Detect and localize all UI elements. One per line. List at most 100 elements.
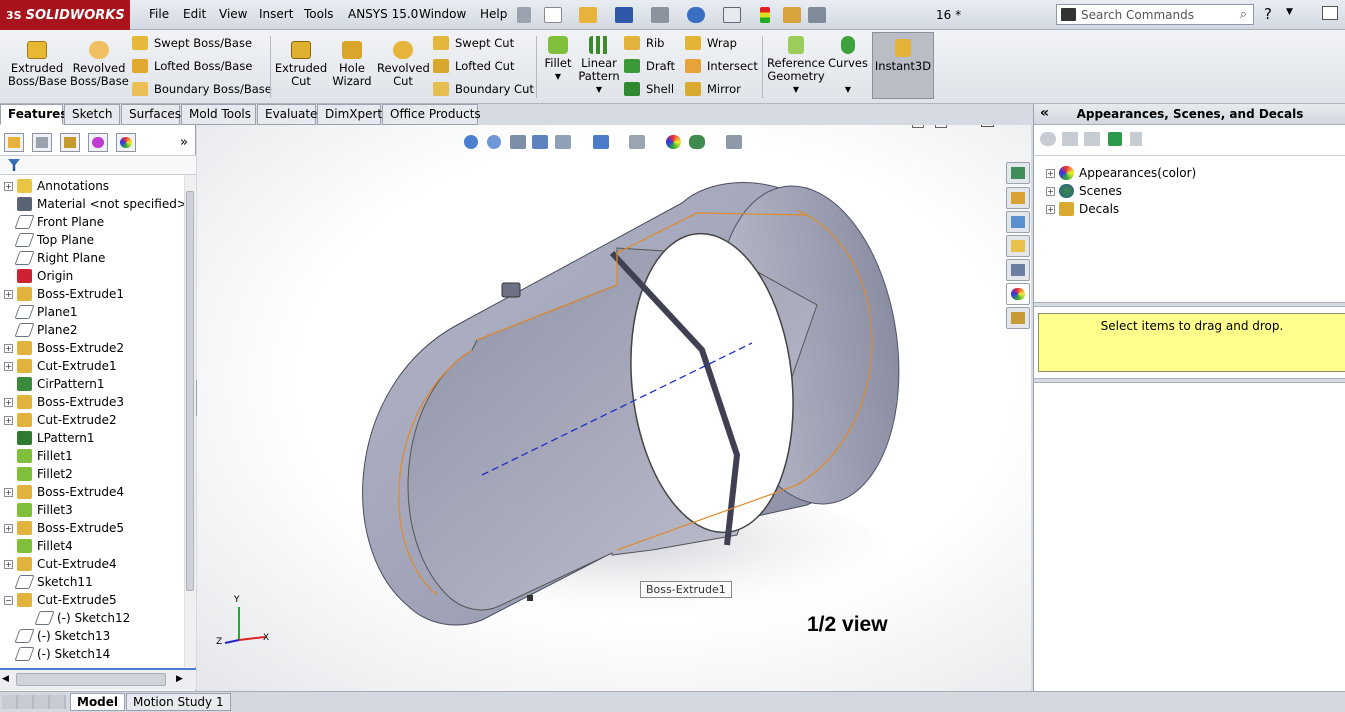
folder-icon[interactable] [1062, 132, 1078, 146]
tree-item-appearances[interactable]: + Appearances(color) [1042, 164, 1196, 182]
select-arrow-icon[interactable] [723, 7, 741, 23]
custom-properties-tab-icon[interactable] [1006, 307, 1030, 329]
tab-office-products[interactable]: Office Products [382, 104, 481, 125]
expand-icon[interactable]: + [4, 487, 13, 497]
tree-item[interactable]: Plane2 [0, 321, 78, 339]
menu-window[interactable]: Window [419, 7, 466, 21]
design-library-tab-icon[interactable] [1006, 211, 1030, 233]
chevron-down-icon[interactable]: ▼ [766, 83, 826, 96]
tree-item[interactable]: Fillet2 [0, 465, 73, 483]
new-folder-icon[interactable] [1084, 132, 1100, 146]
refresh-icon[interactable] [1108, 132, 1122, 146]
new-document-icon[interactable] [544, 7, 562, 23]
tree-item[interactable]: (-) Sketch13 [0, 627, 110, 645]
menu-insert[interactable]: Insert [259, 7, 293, 21]
boundary-cut-button[interactable]: Boundary Cut [433, 80, 534, 98]
tree-item-scenes[interactable]: + Scenes [1042, 182, 1122, 200]
menu-view[interactable]: View [219, 7, 247, 21]
chevron-down-icon[interactable]: ▼ [578, 83, 620, 96]
instant3d-button[interactable]: Instant3D [872, 32, 934, 99]
menu-tools[interactable]: Tools [304, 7, 334, 21]
tab-mold-tools[interactable]: Mold Tools [181, 104, 256, 125]
pin-icon[interactable] [517, 7, 531, 23]
menu-edit[interactable]: Edit [183, 7, 206, 21]
tree-item-decals[interactable]: + Decals [1042, 200, 1119, 218]
tab-model[interactable]: Model [70, 693, 126, 711]
tree-item[interactable]: Plane1 [0, 303, 78, 321]
reference-geometry-button[interactable]: Reference Geometry ▼ [766, 36, 826, 96]
collapse-icon[interactable]: − [4, 595, 13, 605]
expand-icon[interactable]: + [1046, 204, 1055, 214]
curves-button[interactable]: Curves ▼ [828, 36, 868, 96]
expand-icon[interactable]: + [1046, 186, 1055, 196]
open-folder-icon[interactable] [579, 7, 597, 23]
wrap-button[interactable]: Wrap [685, 34, 758, 52]
tree-item[interactable]: + Annotations [0, 177, 109, 195]
graphics-viewport[interactable]: × Y X Z Boss-Extrude1 1/2 view [197, 125, 1031, 691]
boundary-boss-button[interactable]: Boundary Boss/Base [132, 80, 272, 98]
tree-item[interactable]: Fillet4 [0, 537, 73, 555]
splitter[interactable] [1034, 302, 1345, 307]
back-icon[interactable] [1040, 132, 1056, 146]
revolved-cut-button[interactable]: Revolved Cut [377, 41, 430, 88]
tree-item[interactable]: Sketch11 [0, 573, 93, 591]
search-icon[interactable]: ⌕ [1240, 7, 1247, 22]
linear-pattern-button[interactable]: Linear Pattern ▼ [578, 36, 620, 96]
menu-file[interactable]: File [149, 7, 169, 21]
splitter[interactable] [1034, 378, 1345, 383]
swept-cut-button[interactable]: Swept Cut [433, 34, 534, 52]
file-explorer-tab-icon[interactable] [1006, 235, 1030, 257]
configuration-tab-icon[interactable] [60, 133, 80, 152]
tree-item[interactable]: + Boss-Extrude3 [0, 393, 124, 411]
expand-icon[interactable]: + [4, 559, 13, 569]
chevron-down-icon[interactable]: ▼ [540, 70, 576, 83]
tree-item[interactable]: − Cut-Extrude5 [0, 591, 117, 609]
tree-item[interactable]: (-) Sketch12 [20, 609, 130, 627]
tab-sketch[interactable]: Sketch [64, 104, 120, 125]
solidworks-resources-tab-icon[interactable] [1006, 162, 1030, 184]
tree-item[interactable]: Right Plane [0, 249, 105, 267]
help-icon[interactable]: ? [1264, 5, 1272, 23]
restore-window-icon[interactable] [1322, 6, 1338, 20]
display-manager-tab-icon[interactable] [116, 133, 136, 152]
tab-evaluate[interactable]: Evaluate [257, 104, 317, 125]
expand-icon[interactable]: + [4, 415, 13, 425]
lofted-boss-button[interactable]: Lofted Boss/Base [132, 57, 272, 75]
appearances-tab-icon[interactable] [1006, 283, 1030, 305]
options-icon[interactable] [783, 7, 801, 23]
filter-icon[interactable] [8, 159, 20, 171]
save-icon[interactable] [615, 7, 633, 23]
tree-item[interactable]: + Boss-Extrude4 [0, 483, 124, 501]
tree-item[interactable]: Fillet1 [0, 447, 73, 465]
menu-help[interactable]: Help [480, 7, 507, 21]
horizontal-thumb[interactable] [16, 673, 166, 686]
part-model[interactable] [197, 125, 1031, 691]
traffic-light-icon[interactable] [760, 7, 770, 23]
tree-item[interactable]: LPattern1 [0, 429, 95, 447]
tree-item[interactable]: + Boss-Extrude5 [0, 519, 124, 537]
undo-icon[interactable] [687, 7, 705, 23]
tree-item[interactable]: + Cut-Extrude4 [0, 555, 117, 573]
tree-item[interactable]: Origin [0, 267, 73, 285]
draft-button[interactable]: Draft [624, 57, 675, 75]
print-icon[interactable] [651, 7, 669, 23]
chevron-right-icon[interactable]: » [180, 135, 188, 150]
expand-icon[interactable]: + [4, 361, 13, 371]
tab-dimxpert[interactable]: DimXpert [317, 104, 382, 125]
menu-ansys[interactable]: ANSYS 15.0 [348, 7, 418, 21]
rib-button[interactable]: Rib [624, 34, 675, 52]
solidworks-logo[interactable]: 3S SOLIDWORKS [0, 0, 130, 30]
tab-surfaces[interactable]: Surfaces [121, 104, 181, 125]
customize-icon[interactable] [808, 7, 826, 23]
scroll-left-icon[interactable]: ◀ [2, 674, 9, 684]
expand-icon[interactable]: + [4, 343, 13, 353]
scrollbar-thumb[interactable] [186, 191, 194, 591]
shell-button[interactable]: Shell [624, 80, 675, 98]
up-level-icon[interactable] [1130, 132, 1142, 146]
intersect-button[interactable]: Intersect [685, 57, 758, 75]
filter-bar[interactable] [0, 155, 196, 175]
expand-icon[interactable]: + [4, 289, 13, 299]
lofted-cut-button[interactable]: Lofted Cut [433, 57, 534, 75]
home-tab-icon[interactable] [1006, 187, 1030, 209]
extruded-cut-button[interactable]: Extruded Cut [274, 41, 328, 88]
